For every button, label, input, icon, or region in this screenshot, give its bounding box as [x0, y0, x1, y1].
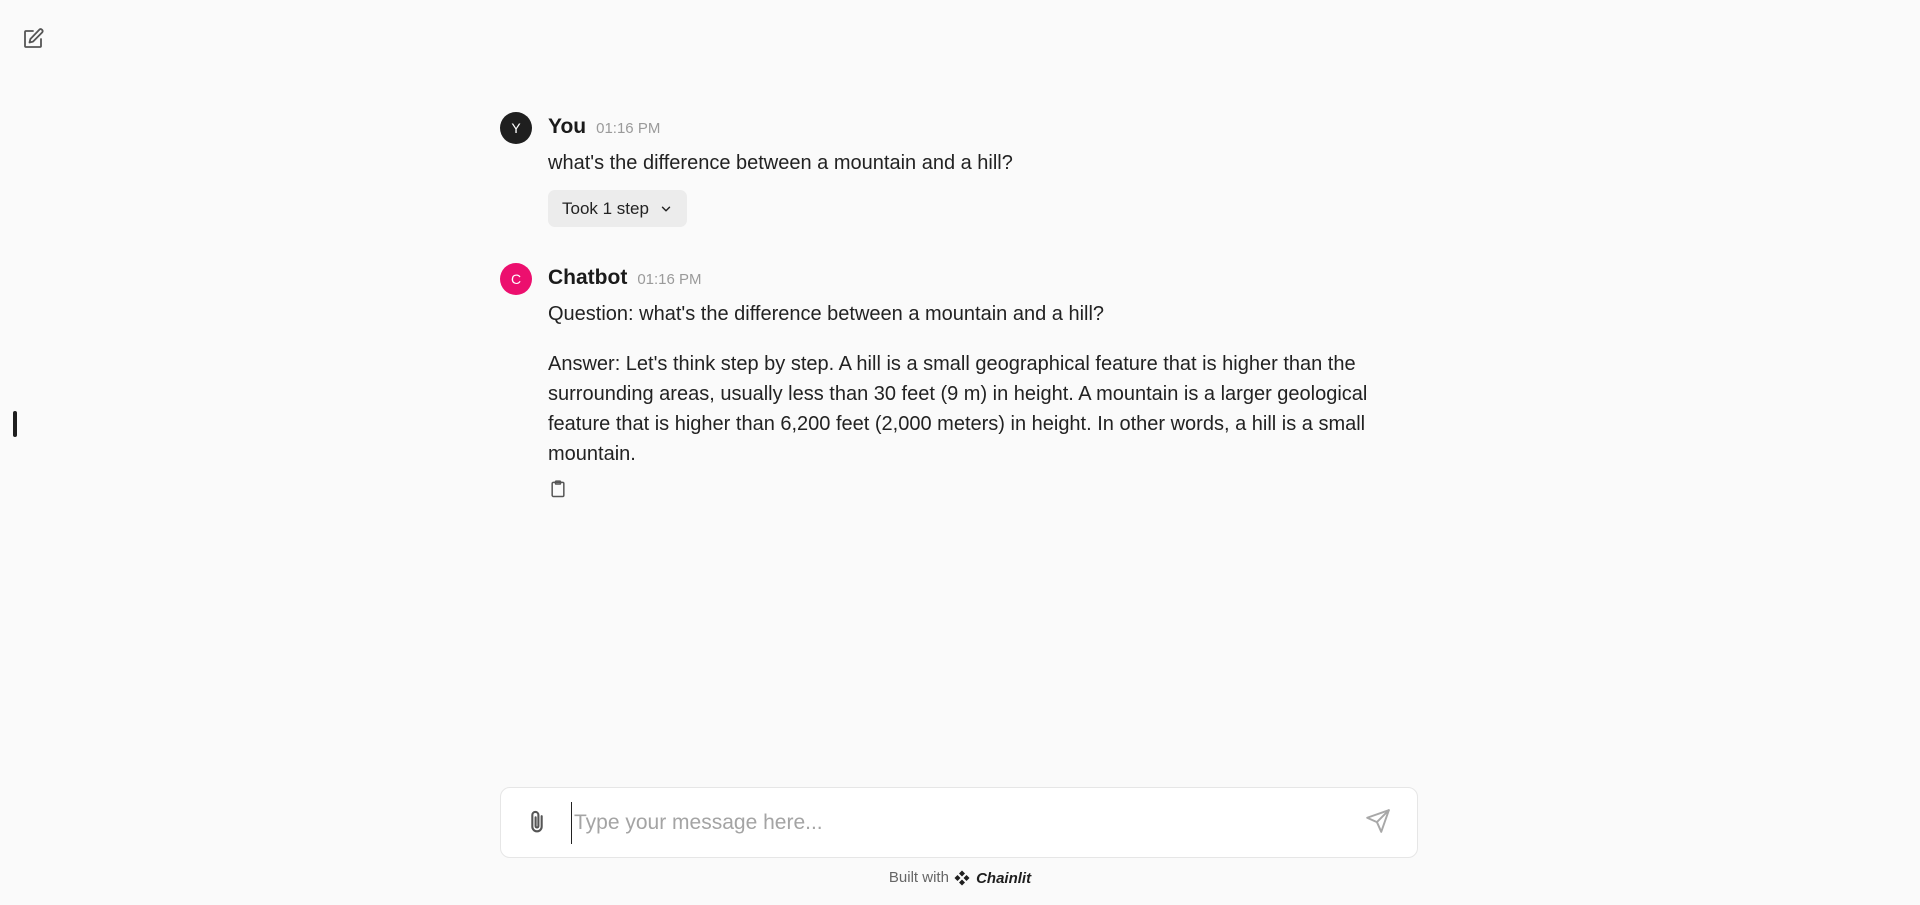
steps-toggle-button[interactable]: Took 1 step — [548, 190, 687, 227]
user-avatar: Y — [500, 112, 532, 144]
sidebar-toggle-handle[interactable] — [13, 411, 17, 437]
bot-question-paragraph: Question: what's the difference between … — [548, 303, 1105, 325]
bot-message: C Chatbot 01:16 PM Question: what's the … — [500, 261, 1420, 501]
message-input[interactable] — [571, 802, 1356, 844]
new-chat-button[interactable] — [18, 24, 48, 54]
chevron-down-icon — [661, 206, 671, 211]
chainlit-brand-name: Chainlit — [976, 869, 1032, 887]
message-thread: Y You 01:16 PM what's the difference bet… — [500, 110, 1420, 535]
bot-author-name: Chatbot — [548, 266, 628, 289]
copy-button[interactable] — [548, 479, 570, 501]
steps-toggle-label: Took 1 step — [562, 198, 649, 218]
bot-message-text: Question: what's the difference between … — [548, 299, 1420, 469]
message-composer — [500, 787, 1418, 858]
attach-file-button[interactable] — [523, 808, 553, 838]
user-message-header: You 01:16 PM — [548, 110, 1420, 144]
user-message: Y You 01:16 PM what's the difference bet… — [500, 110, 1420, 227]
chat-page: Y You 01:16 PM what's the difference bet… — [0, 0, 1920, 905]
user-message-paragraph: what's the difference between a mountain… — [548, 152, 1013, 174]
bot-message-time: 01:16 PM — [637, 271, 702, 288]
chainlit-link[interactable]: Chainlit — [953, 869, 1031, 887]
pencil-square-icon — [24, 28, 44, 48]
user-author-name: You — [548, 115, 587, 138]
send-button[interactable] — [1365, 808, 1395, 838]
footer: Built with Chainlit — [0, 869, 1920, 887]
paperclip-icon — [531, 810, 543, 833]
bot-message-header: Chatbot 01:16 PM — [548, 261, 1420, 295]
clipboard-icon — [551, 480, 565, 498]
chainlit-logo-icon — [954, 870, 970, 886]
bot-avatar: C — [500, 263, 532, 295]
user-avatar-letter: Y — [511, 120, 521, 136]
user-message-time: 01:16 PM — [596, 120, 661, 137]
bot-answer-paragraph: Answer: Let's think step by step. A hill… — [548, 353, 1368, 465]
bot-avatar-letter: C — [510, 271, 522, 287]
user-message-text: what's the difference between a mountain… — [548, 148, 1420, 178]
built-with-text: Built with — [888, 869, 949, 886]
send-icon — [1366, 809, 1390, 833]
